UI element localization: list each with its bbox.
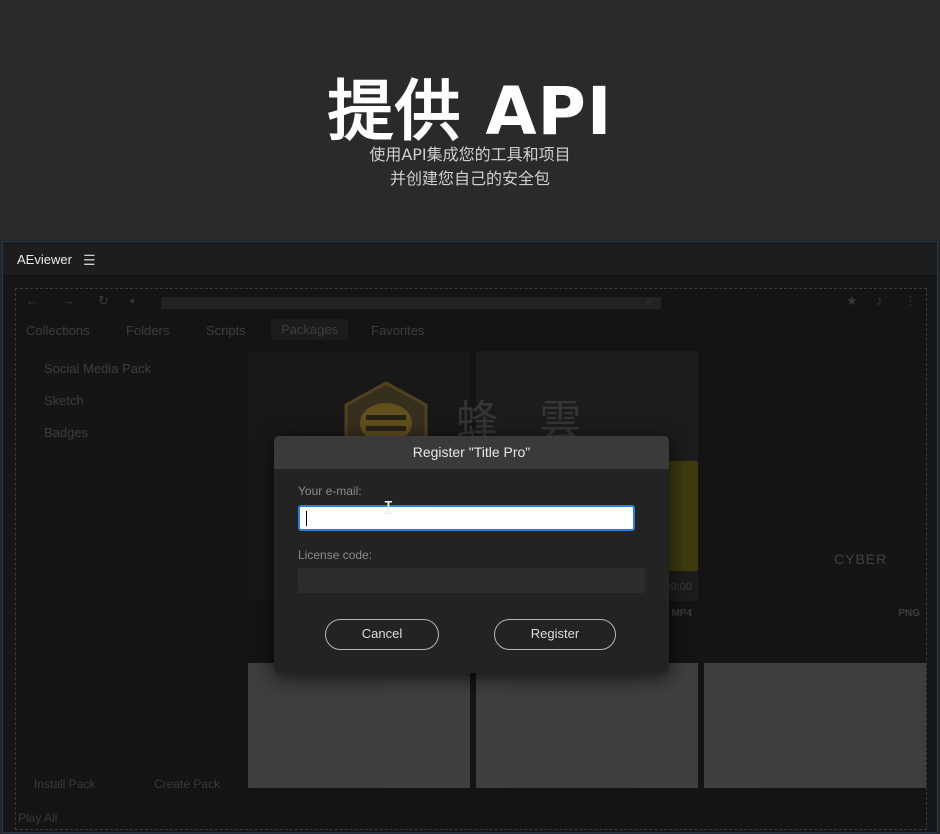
format-badge-png: PNG: [898, 608, 920, 619]
toolbar: ← → ↻ ▪ ⌕ ★ ♪ ⋮: [26, 293, 917, 311]
sidebar-item-social-media-pack[interactable]: Social Media Pack: [44, 361, 151, 376]
sidebar-item-badges[interactable]: Badges: [44, 425, 88, 440]
email-label: Your e-mail:: [298, 484, 362, 498]
text-caret: [306, 511, 307, 526]
back-arrow-icon[interactable]: ←: [26, 293, 39, 308]
footer-create-pack[interactable]: Create Pack: [154, 777, 220, 791]
hero-subtitle: 使用API集成您的工具和项目 并创建您自己的安全包: [0, 143, 940, 191]
register-dialog: Register "Title Pro" Your e-mail: I Lice…: [274, 436, 669, 673]
star-icon[interactable]: ★: [846, 293, 858, 309]
home-icon[interactable]: ▪: [130, 293, 135, 308]
ibeam-cursor-icon: I: [383, 498, 394, 519]
bell-icon[interactable]: ♪: [876, 293, 883, 308]
register-button[interactable]: Register: [494, 619, 616, 650]
sidebar: Social Media Pack Sketch Badges: [26, 349, 236, 779]
app-titlebar: AEviewer ☰: [3, 242, 937, 276]
hamburger-menu-icon[interactable]: ☰: [83, 252, 96, 269]
format-badge-mp4: MP4: [671, 608, 692, 619]
dialog-header: Register "Title Pro": [274, 436, 669, 469]
cancel-button[interactable]: Cancel: [325, 619, 439, 650]
hero-section: 提供 API 使用API集成您的工具和项目 并创建您自己的安全包: [0, 0, 940, 240]
path-bar[interactable]: [161, 297, 661, 309]
card-title-cyber: CYBER: [834, 551, 888, 567]
package-card[interactable]: [476, 663, 698, 788]
tab-favorites[interactable]: Favorites: [371, 323, 424, 338]
dialog-title: Register "Title Pro": [412, 444, 531, 460]
search-icon[interactable]: ⌕: [646, 293, 653, 309]
package-card[interactable]: [248, 663, 470, 788]
more-vertical-icon[interactable]: ⋮: [904, 293, 917, 309]
tab-packages[interactable]: Packages: [271, 319, 349, 340]
tab-collections[interactable]: Collections: [26, 323, 90, 338]
license-code-field[interactable]: [298, 568, 645, 593]
tab-scripts[interactable]: Scripts: [206, 323, 246, 338]
footer-install-pack[interactable]: Install Pack: [34, 777, 95, 791]
email-field[interactable]: [298, 505, 635, 531]
hero-title: 提供 API: [327, 73, 613, 150]
license-label: License code:: [298, 548, 373, 562]
package-card[interactable]: [704, 663, 926, 788]
app-title: AEviewer: [17, 252, 72, 267]
forward-arrow-icon[interactable]: →: [62, 293, 75, 308]
hero-subtitle-line-2: 并创建您自己的安全包: [389, 169, 550, 188]
package-card[interactable]: CYBER PNG: [704, 351, 926, 619]
tab-folders[interactable]: Folders: [126, 323, 169, 338]
refresh-icon[interactable]: ↻: [98, 293, 109, 309]
sidebar-item-sketch[interactable]: Sketch: [44, 393, 84, 408]
hero-subtitle-line-1: 使用API集成您的工具和项目: [369, 145, 571, 164]
play-all-button[interactable]: Play All: [18, 811, 57, 825]
